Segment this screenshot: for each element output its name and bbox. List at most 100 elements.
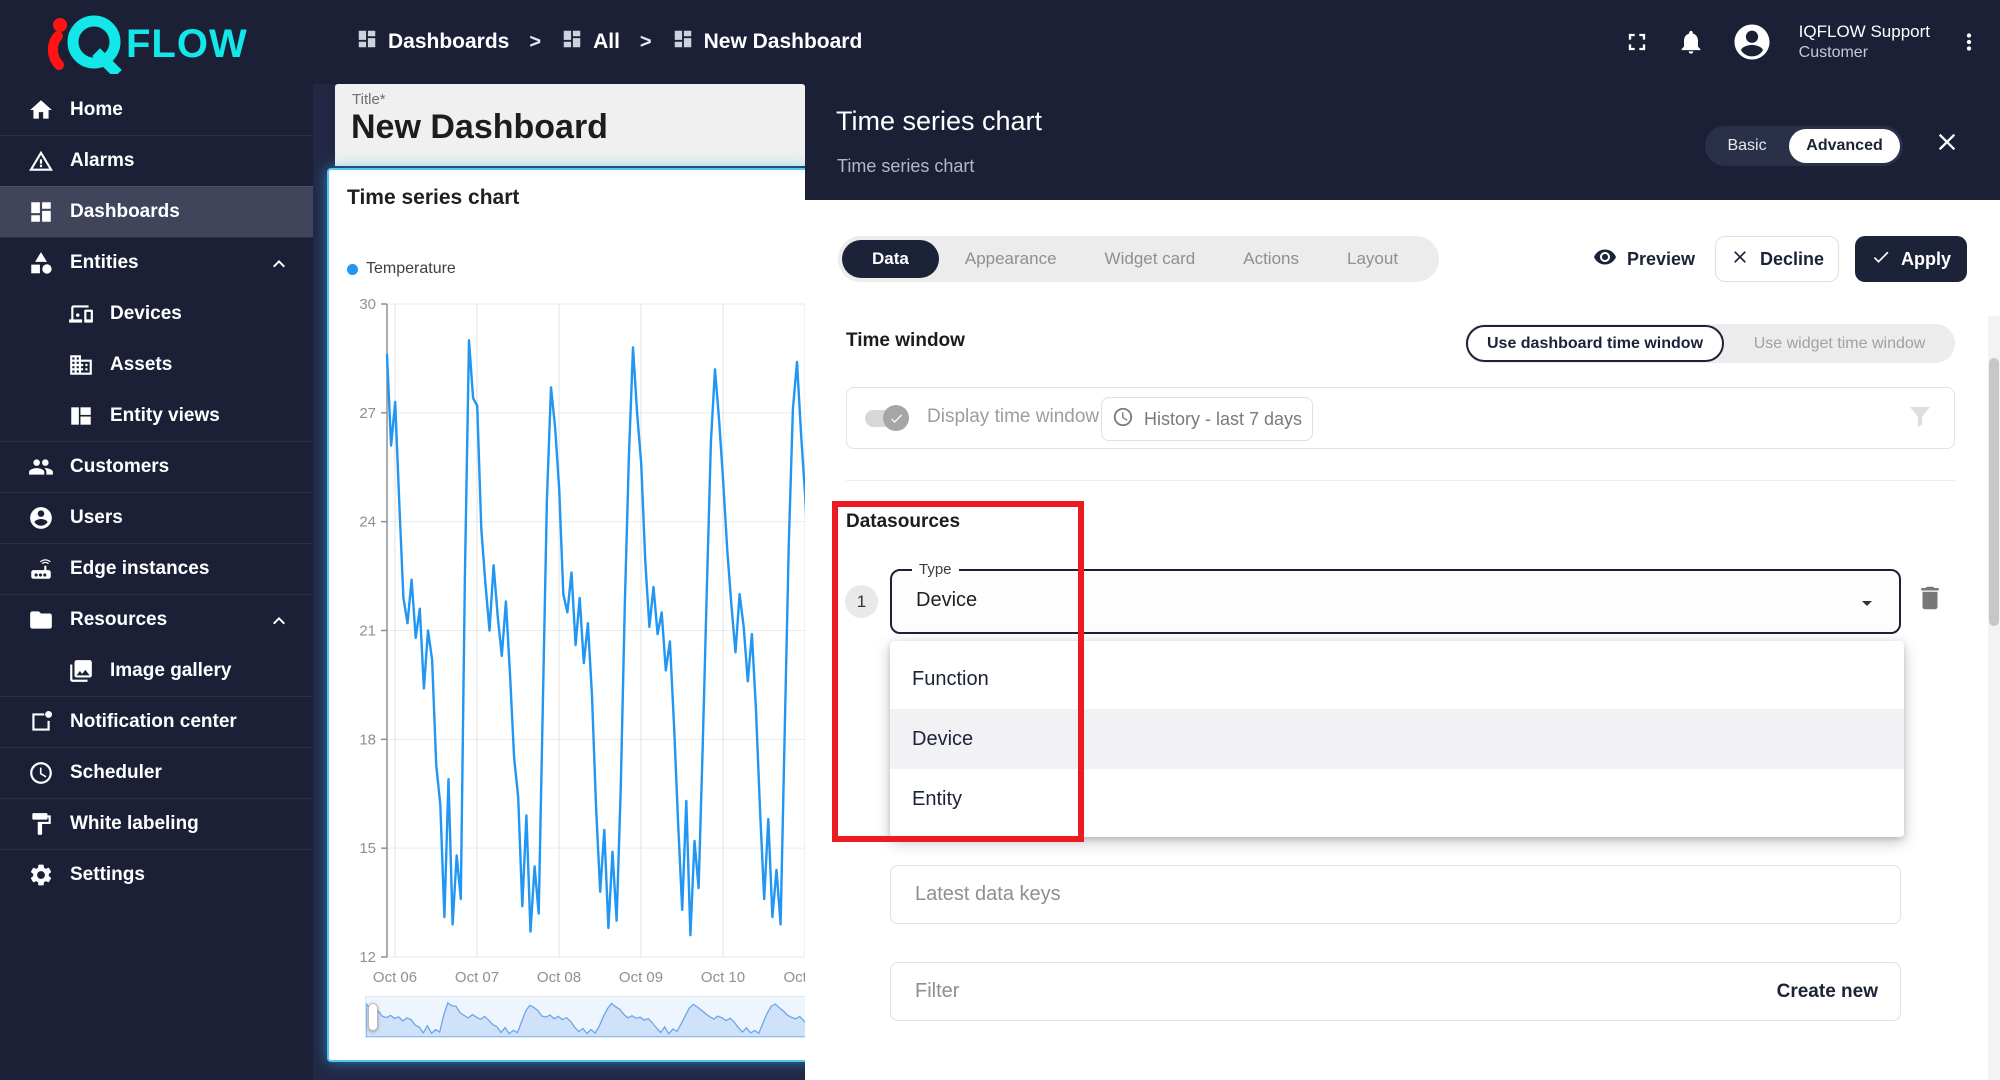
- sidebar-item-label: Home: [70, 99, 123, 121]
- use-dashboard-time-window-button[interactable]: Use dashboard time window: [1466, 325, 1724, 362]
- sidebar-item-notification-center[interactable]: Notification center: [0, 696, 313, 747]
- chart-navigator-svg: [366, 997, 805, 1037]
- tab-data[interactable]: Data: [842, 240, 939, 278]
- sidebar-item-label: Scheduler: [70, 762, 162, 784]
- preview-label: Preview: [1627, 249, 1695, 270]
- sidebar-item-label: Devices: [110, 303, 182, 325]
- datasource-type-select[interactable]: Type Device: [890, 569, 1901, 634]
- clock-icon: [26, 760, 56, 786]
- fullscreen-icon[interactable]: [1623, 28, 1651, 56]
- sidebar-item-label: Customers: [70, 456, 169, 478]
- apply-button[interactable]: Apply: [1855, 236, 1967, 282]
- svg-text:Oct 09: Oct 09: [619, 969, 663, 986]
- sidebar-item-label: Assets: [110, 354, 172, 376]
- breadcrumb-item-new-dashboard[interactable]: New Dashboard: [672, 28, 863, 56]
- svg-text:18: 18: [359, 731, 376, 748]
- time-series-widget-card[interactable]: Time series chart Temperature 3027242118…: [327, 168, 805, 1062]
- section-divider: [846, 480, 1955, 481]
- close-icon[interactable]: [1933, 128, 1961, 161]
- sidebar-item-users[interactable]: Users: [0, 492, 313, 543]
- chart-legend[interactable]: Temperature: [347, 260, 456, 278]
- create-new-link[interactable]: Create new: [1777, 981, 1878, 1003]
- filter-placeholder: Filter: [915, 980, 1777, 1003]
- topbar-actions: IQFLOW Support Customer: [1623, 0, 1982, 84]
- chart-navigator[interactable]: [365, 996, 805, 1038]
- chevron-up-icon[interactable]: [267, 252, 291, 282]
- sidebar-item-entities[interactable]: Entities: [0, 237, 313, 288]
- chevron-up-icon[interactable]: [267, 609, 291, 639]
- tab-layout[interactable]: Layout: [1323, 236, 1422, 282]
- breadcrumb-item-all[interactable]: All: [561, 28, 620, 56]
- assets-icon: [66, 352, 96, 378]
- sidebar-item-resources[interactable]: Resources: [0, 594, 313, 645]
- sidebar-item-entity-views[interactable]: Entity views: [0, 390, 313, 441]
- sidebar-item-label: Image gallery: [110, 660, 231, 682]
- display-time-window-switch[interactable]: [865, 410, 905, 427]
- sidebar-item-customers[interactable]: Customers: [0, 441, 313, 492]
- navigator-left-handle[interactable]: [368, 1003, 378, 1031]
- close-icon: [1730, 247, 1750, 272]
- svg-text:21: 21: [359, 623, 376, 640]
- breadcrumb-separator: >: [640, 31, 652, 54]
- dashboard-title-input[interactable]: New Dashboard: [351, 108, 608, 147]
- devices-icon: [66, 301, 96, 327]
- dashboard-edit-area: Title* New Dashboard Time series chart T…: [313, 84, 805, 1080]
- users-icon: [26, 505, 56, 531]
- panel-scrollbar[interactable]: [1988, 316, 2000, 1080]
- type-select-value: Device: [916, 589, 977, 612]
- trash-icon[interactable]: [1915, 583, 1945, 618]
- sidebar-item-alarms[interactable]: Alarms: [0, 135, 313, 186]
- datasources-heading: Datasources: [846, 511, 960, 533]
- more-vert-icon[interactable]: [1956, 29, 1982, 55]
- bell-icon[interactable]: [1677, 28, 1705, 56]
- dashboard-title-label: Title*: [352, 91, 386, 108]
- dropdown-option-entity[interactable]: Entity: [890, 769, 1904, 829]
- time-window-heading: Time window: [846, 330, 965, 352]
- dashboards-grid-icon: [356, 28, 378, 56]
- dropdown-option-function[interactable]: Function: [890, 649, 1904, 709]
- type-select-label: Type: [912, 561, 959, 578]
- mode-basic[interactable]: Basic: [1705, 137, 1789, 155]
- svg-text:FLOW: FLOW: [126, 22, 248, 66]
- svg-text:Oct 07: Oct 07: [455, 969, 499, 986]
- user-block: IQFLOW Support Customer: [1799, 21, 1930, 62]
- tab-appearance[interactable]: Appearance: [941, 236, 1081, 282]
- svg-text:24: 24: [359, 514, 376, 531]
- time-window-box: Display time window History - last 7 day…: [846, 387, 1955, 449]
- tab-actions[interactable]: Actions: [1219, 236, 1323, 282]
- sidebar-item-devices[interactable]: Devices: [0, 288, 313, 339]
- tab-widget-card[interactable]: Widget card: [1081, 236, 1220, 282]
- display-time-window-label: Display time window: [927, 406, 1099, 428]
- history-time-window-button[interactable]: History - last 7 days: [1101, 397, 1313, 441]
- sidebar-item-white-labeling[interactable]: White labeling: [0, 798, 313, 849]
- use-widget-time-window-button[interactable]: Use widget time window: [1724, 335, 1955, 353]
- sidebar: Home Alarms DashboardsEntities Devices Asset…: [0, 84, 313, 1080]
- mode-advanced[interactable]: Advanced: [1789, 129, 1900, 163]
- sidebar-item-settings[interactable]: Settings: [0, 849, 313, 900]
- sidebar-item-image-gallery[interactable]: Image gallery: [0, 645, 313, 696]
- basic-advanced-toggle[interactable]: Basic Advanced: [1705, 126, 1903, 166]
- folder-icon: [26, 607, 56, 633]
- sidebar-item-scheduler[interactable]: Scheduler: [0, 747, 313, 798]
- preview-button[interactable]: Preview: [1593, 236, 1695, 282]
- customers-icon: [26, 454, 56, 480]
- sidebar-item-label: Resources: [70, 609, 167, 631]
- panel-scrollbar-thumb[interactable]: [1989, 358, 1999, 626]
- svg-text:30: 30: [359, 296, 376, 313]
- sidebar-item-assets[interactable]: Assets: [0, 339, 313, 390]
- svg-text:12: 12: [359, 949, 376, 966]
- sidebar-item-edge-instances[interactable]: Edge instances: [0, 543, 313, 594]
- breadcrumb-item-dashboards[interactable]: Dashboards: [356, 28, 509, 56]
- avatar[interactable]: [1731, 21, 1773, 63]
- sidebar-item-home[interactable]: Home: [0, 84, 313, 135]
- funnel-icon[interactable]: [1905, 402, 1935, 437]
- decline-button[interactable]: Decline: [1715, 236, 1839, 282]
- svg-text:27: 27: [359, 405, 376, 422]
- dropdown-option-device[interactable]: Device: [890, 709, 1904, 769]
- paint-icon: [26, 811, 56, 837]
- sidebar-item-dashboards[interactable]: Dashboards: [0, 186, 313, 237]
- filter-field[interactable]: Filter Create new: [890, 962, 1901, 1021]
- dashboard-title-card: Title* New Dashboard: [335, 84, 805, 166]
- latest-data-keys-field[interactable]: Latest data keys: [890, 865, 1901, 924]
- sidebar-item-label: Alarms: [70, 150, 134, 172]
